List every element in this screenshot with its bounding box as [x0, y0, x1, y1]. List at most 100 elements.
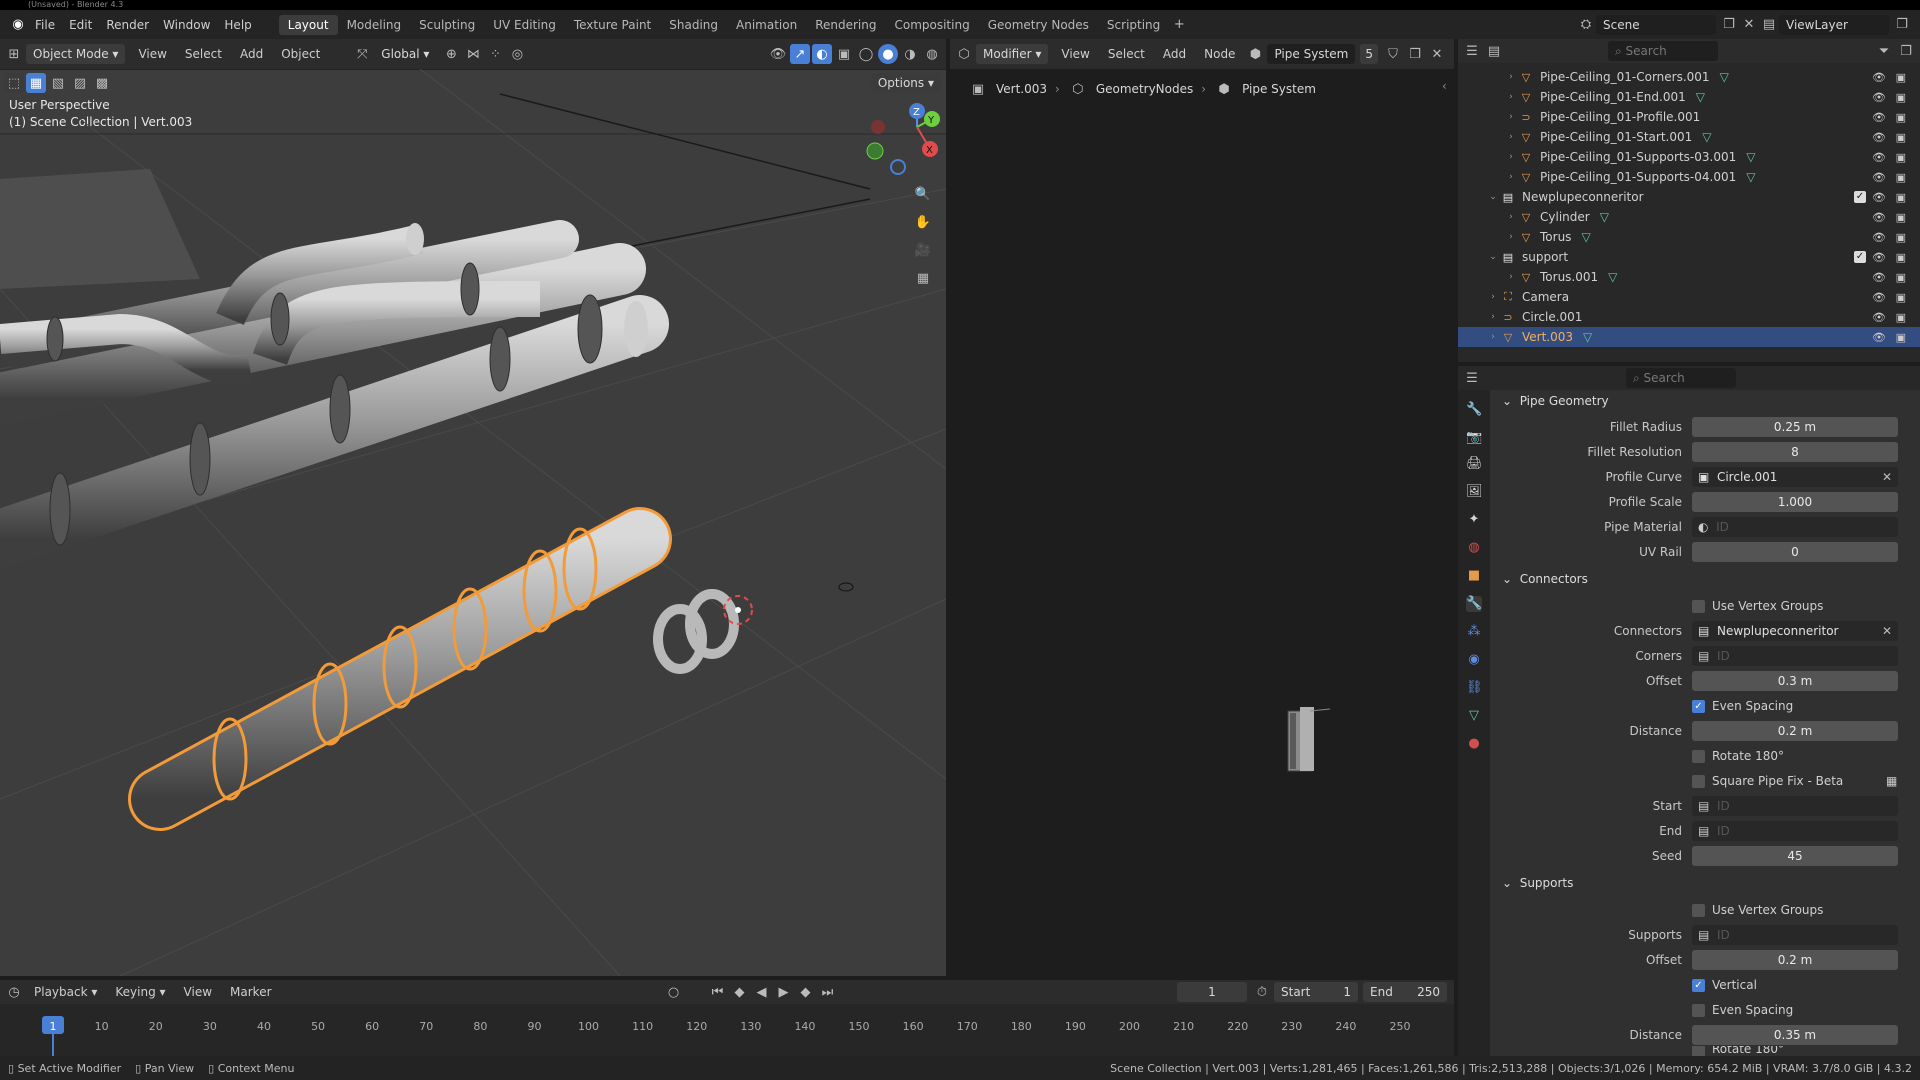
- render-visibility-icon[interactable]: ▣: [1896, 331, 1906, 344]
- outliner-item[interactable]: ⌄ ▤ Newplupeconneritor ✓ 👁 ▣: [1458, 187, 1920, 207]
- unlink-tree-icon[interactable]: ✕: [1427, 44, 1447, 64]
- duplicate-tree-icon[interactable]: ❐: [1405, 44, 1425, 64]
- outliner-item[interactable]: › ▽ Pipe-Ceiling_01-Supports-04.001 ▽ 👁 ▣: [1458, 167, 1920, 187]
- node-tree-users[interactable]: 5: [1360, 44, 1378, 64]
- delete-scene-icon[interactable]: ✕: [1739, 15, 1759, 35]
- mesh-data-icon[interactable]: ▽: [1581, 230, 1590, 244]
- supports-even-spacing-checkbox[interactable]: [1692, 1003, 1705, 1017]
- visibility-eye-icon[interactable]: 👁: [1872, 91, 1886, 104]
- filter-icon[interactable]: ⏷: [1874, 41, 1894, 61]
- display-mode-icon[interactable]: ▤: [1484, 41, 1504, 61]
- clear-icon[interactable]: ✕: [1882, 624, 1892, 638]
- rotate-checkbox[interactable]: [1692, 749, 1705, 763]
- node-menu-select[interactable]: Select: [1100, 47, 1153, 61]
- tab-geometry-nodes[interactable]: Geometry Nodes: [979, 15, 1098, 35]
- section-supports[interactable]: ⌄ Supports: [1502, 872, 1920, 894]
- seed-field[interactable]: 45: [1692, 846, 1898, 866]
- zoom-icon[interactable]: 🔍: [913, 184, 933, 204]
- chevron-right-icon[interactable]: ›: [1504, 272, 1518, 282]
- tab-compositing[interactable]: Compositing: [885, 15, 978, 35]
- profile-curve-field[interactable]: ▣ Circle.001 ✕: [1692, 467, 1898, 487]
- add-workspace-icon[interactable]: +: [1169, 15, 1189, 35]
- corners-field[interactable]: ▤ ID: [1692, 646, 1898, 666]
- outliner-item[interactable]: › ⊃ Pipe-Ceiling_01-Profile.001 👁 ▣: [1458, 107, 1920, 127]
- tab-uv-editing[interactable]: UV Editing: [484, 15, 565, 35]
- chevron-right-icon[interactable]: ›: [1504, 152, 1518, 162]
- 3d-viewport[interactable]: ⊞ Object Mode ▾ View Select Add Object ⤧…: [0, 39, 946, 976]
- exclude-checkbox[interactable]: ✓: [1854, 251, 1866, 263]
- supports-offset-field[interactable]: 0.2 m: [1692, 950, 1898, 970]
- node-editor-type-icon[interactable]: ⬡: [954, 44, 974, 64]
- fillet-radius-field[interactable]: 0.25 m: [1692, 417, 1898, 437]
- chevron-right-icon[interactable]: ›: [1504, 92, 1518, 102]
- tab-scripting[interactable]: Scripting: [1098, 15, 1169, 35]
- outliner-item[interactable]: › ▽ Torus ▽ 👁 ▣: [1458, 227, 1920, 247]
- visibility-eye-icon[interactable]: 👁: [1872, 111, 1886, 124]
- connectors-offset-field[interactable]: 0.3 m: [1692, 671, 1898, 691]
- outliner-item[interactable]: › ⊃ Circle.001 👁 ▣: [1458, 307, 1920, 327]
- properties-editor[interactable]: ☰ ⌕ Search 🔧 📷 🖨 🖼 ✦ ◍ ■ 🔧 ⁂ ◉ ⛓ ▽ ● ⌄ P…: [1458, 366, 1920, 1056]
- tab-texture-paint[interactable]: Texture Paint: [565, 15, 660, 35]
- pan-hand-icon[interactable]: ✋: [913, 212, 933, 232]
- exclude-checkbox[interactable]: ✓: [1854, 191, 1866, 203]
- node-menu-view[interactable]: View: [1053, 47, 1097, 61]
- section-pipe-geometry[interactable]: ⌄ Pipe Geometry: [1502, 390, 1920, 412]
- render-visibility-icon[interactable]: ▣: [1896, 311, 1906, 324]
- visibility-eye-icon[interactable]: 👁: [1872, 211, 1886, 224]
- outliner-type-icon[interactable]: ☰: [1462, 41, 1482, 61]
- modifier-tab-icon[interactable]: 🔧: [1466, 596, 1482, 612]
- chevron-right-icon[interactable]: ›: [1486, 292, 1500, 302]
- chevron-right-icon[interactable]: ›: [1504, 72, 1518, 82]
- play-reverse-icon[interactable]: ◀: [752, 982, 772, 1002]
- mesh-data-icon[interactable]: ▽: [1583, 330, 1592, 344]
- outliner-item[interactable]: › ▽ Torus.001 ▽ 👁 ▣: [1458, 267, 1920, 287]
- timeline-menu-keying[interactable]: Keying ▾: [107, 985, 173, 999]
- breadcrumb-node-group[interactable]: Pipe System: [1242, 82, 1316, 96]
- jump-start-icon[interactable]: ⏮: [708, 982, 728, 1002]
- properties-search[interactable]: ⌕ Search: [1626, 368, 1736, 388]
- supports-vertex-groups-checkbox[interactable]: [1692, 903, 1705, 917]
- jump-end-icon[interactable]: ⏭: [818, 982, 838, 1002]
- play-icon[interactable]: ▶: [774, 982, 794, 1002]
- chevron-right-icon[interactable]: ›: [1504, 172, 1518, 182]
- supports-distance-field[interactable]: 0.35 m: [1692, 1025, 1898, 1045]
- node-tree-minimap[interactable]: [1280, 699, 1340, 779]
- chevron-right-icon[interactable]: ›: [1486, 312, 1500, 322]
- attribute-toggle-icon[interactable]: ▦: [1886, 774, 1897, 788]
- timeline-menu-marker[interactable]: Marker: [222, 985, 279, 999]
- tab-rendering[interactable]: Rendering: [806, 15, 885, 35]
- start-field[interactable]: ▤ ID: [1692, 796, 1898, 816]
- end-field[interactable]: ▤ ID: [1692, 821, 1898, 841]
- node-editor[interactable]: ⬡ Modifier ▾ View Select Add Node ⬢ Pipe…: [950, 39, 1454, 976]
- menu-render[interactable]: Render: [99, 18, 156, 32]
- prev-keyframe-icon[interactable]: ◆: [730, 982, 750, 1002]
- chevron-right-icon[interactable]: ›: [1504, 232, 1518, 242]
- tab-layout[interactable]: Layout: [278, 14, 338, 35]
- tab-sculpting[interactable]: Sculpting: [410, 15, 484, 35]
- render-visibility-icon[interactable]: ▣: [1896, 91, 1906, 104]
- properties-type-icon[interactable]: ☰: [1462, 368, 1482, 388]
- auto-key-icon[interactable]: ○: [664, 982, 684, 1002]
- visibility-eye-icon[interactable]: 👁: [1872, 131, 1886, 144]
- new-scene-icon[interactable]: ❐: [1719, 15, 1739, 35]
- connectors-distance-field[interactable]: 0.2 m: [1692, 721, 1898, 741]
- outliner-item[interactable]: › ▽ Pipe-Ceiling_01-Start.001 ▽ 👁 ▣: [1458, 127, 1920, 147]
- visibility-eye-icon[interactable]: 👁: [1872, 311, 1886, 324]
- tool-tab-icon[interactable]: 🔧: [1466, 402, 1482, 418]
- outliner-item[interactable]: › ▽ Vert.003 ▽ 👁 ▣: [1458, 327, 1920, 347]
- timeline-menu-playback[interactable]: Playback ▾: [26, 985, 105, 999]
- render-visibility-icon[interactable]: ▣: [1896, 131, 1906, 144]
- visibility-eye-icon[interactable]: 👁: [1872, 171, 1886, 184]
- ortho-grid-icon[interactable]: ▦: [913, 268, 933, 288]
- tab-animation[interactable]: Animation: [727, 15, 806, 35]
- visibility-eye-icon[interactable]: 👁: [1872, 291, 1886, 304]
- render-visibility-icon[interactable]: ▣: [1896, 111, 1906, 124]
- square-fix-checkbox[interactable]: [1692, 774, 1705, 788]
- selected-pipe-object[interactable]: [128, 507, 672, 831]
- mesh-data-icon[interactable]: ▽: [1600, 210, 1609, 224]
- node-tree-selector[interactable]: Pipe System: [1267, 44, 1356, 64]
- menu-help[interactable]: Help: [217, 18, 258, 32]
- mesh-data-icon[interactable]: ▽: [1696, 90, 1705, 104]
- mesh-data-icon[interactable]: ▽: [1608, 270, 1617, 284]
- chevron-down-icon[interactable]: ⌄: [1486, 252, 1500, 262]
